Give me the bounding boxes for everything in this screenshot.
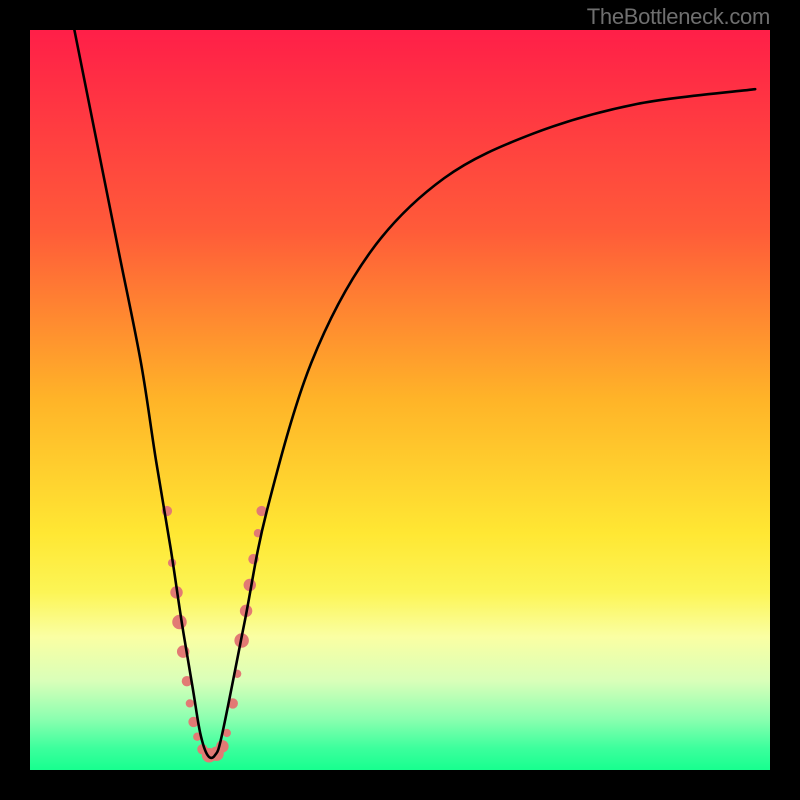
watermark-text: TheBottleneck.com — [587, 4, 770, 30]
marker-dot — [186, 699, 194, 707]
plot-area — [30, 30, 770, 770]
bottleneck-curve — [74, 30, 755, 758]
highlight-dots — [162, 506, 267, 763]
curve-layer — [30, 30, 770, 770]
marker-dot — [172, 615, 187, 630]
chart-frame: TheBottleneck.com — [0, 0, 800, 800]
